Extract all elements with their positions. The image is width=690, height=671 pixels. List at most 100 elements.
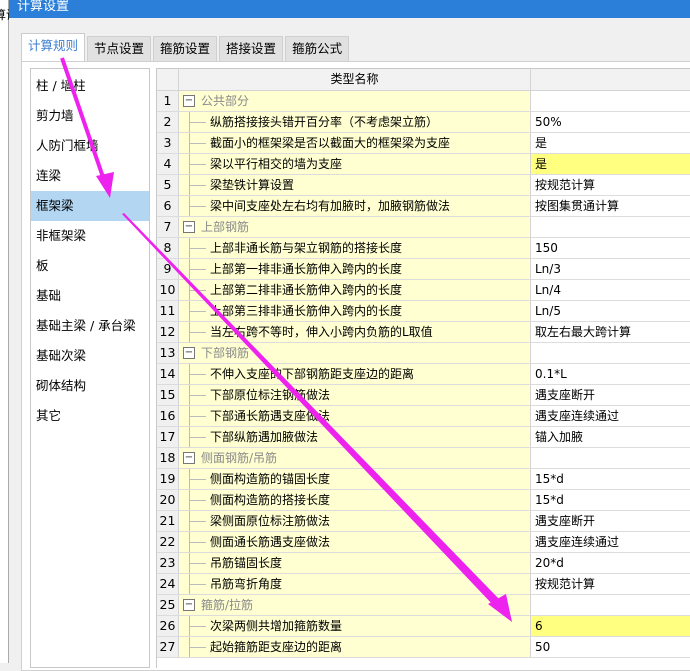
table-row[interactable]: 23 吊筋锚固长度 20*d <box>157 553 690 574</box>
setting-value[interactable] <box>531 217 690 237</box>
setting-name-text: 侧面钢筋/吊筋 <box>201 451 278 465</box>
setting-value[interactable]: 按规范计算 <box>531 574 690 594</box>
table-row[interactable]: 26 次梁两侧共增加箍筋数量 6 <box>157 616 690 637</box>
setting-value[interactable]: 15*d <box>531 490 690 510</box>
setting-value[interactable]: 遇支座断开 <box>531 511 690 531</box>
sidebar-item[interactable]: 基础主梁 / 承台梁 <box>31 311 149 341</box>
tab-3[interactable]: 箍筋设置 <box>153 36 218 61</box>
table-row[interactable]: 27 起始箍筋距支座边的距离 50 <box>157 637 690 658</box>
table-row[interactable]: 21 梁侧面原位标注筋做法 遇支座断开 <box>157 511 690 532</box>
table-row[interactable]: 3 截面小的框架梁是否以截面大的框架梁为支座 是 <box>157 133 690 154</box>
table-row[interactable]: 17 下部纵筋遇加腋做法 锚入加腋 <box>157 427 690 448</box>
tab-2[interactable]: 节点设置 <box>87 36 152 61</box>
setting-value[interactable]: 遇支座断开 <box>531 385 690 405</box>
table-row[interactable]: 19 侧面构造筋的锚固长度 15*d <box>157 469 690 490</box>
table-row[interactable]: 14 不伸入支座的下部钢筋距支座边的距离 0.1*L <box>157 364 690 385</box>
row-number: 25 <box>157 595 179 615</box>
component-list[interactable]: 柱 / 墙柱 剪力墙 人防门框墙 连梁 框架梁 非框架梁板基础 基础主梁 / 承台梁 基础次梁… <box>30 68 150 668</box>
table-row[interactable]: 8 上部非通长筋与架立钢筋的搭接长度 150 <box>157 238 690 259</box>
table-row[interactable]: 1− 公共部分 <box>157 91 690 112</box>
table-row[interactable]: 5 梁垫铁计算设置 按规范计算 <box>157 175 690 196</box>
table-row[interactable]: 2 纵筋搭接接头错开百分率（不考虑架立筋） 50% <box>157 112 690 133</box>
setting-value[interactable] <box>531 595 690 615</box>
setting-value[interactable]: 锚入加腋 <box>531 427 690 447</box>
setting-name: 下部通长筋遇支座做法 <box>179 406 531 426</box>
setting-value[interactable]: 0.1*L <box>531 364 690 384</box>
collapse-icon[interactable]: − <box>183 221 195 233</box>
table-row[interactable]: 25− 箍筋/拉筋 <box>157 595 690 616</box>
tree-line <box>189 616 206 636</box>
setting-value[interactable]: 20*d <box>531 553 690 573</box>
setting-value[interactable]: Ln/4 <box>531 280 690 300</box>
setting-value[interactable]: 150 <box>531 238 690 258</box>
background-window: 算设 <box>0 0 18 663</box>
setting-value[interactable]: 50 <box>531 637 690 657</box>
row-number: 27 <box>157 637 179 657</box>
sidebar-item[interactable]: 连梁 <box>31 161 149 191</box>
setting-value[interactable]: 是 <box>531 154 690 174</box>
sidebar-item[interactable]: 人防门框墙 <box>31 131 149 161</box>
setting-value[interactable] <box>531 343 690 363</box>
row-number: 21 <box>157 511 179 531</box>
setting-value[interactable]: 50% <box>531 112 690 132</box>
sidebar-item[interactable]: 框架梁 <box>31 191 149 221</box>
table-row[interactable]: 9 上部第一排非通长筋伸入跨内的长度 Ln/3 <box>157 259 690 280</box>
setting-name: 截面小的框架梁是否以截面大的框架梁为支座 <box>179 133 531 153</box>
setting-value[interactable]: 按图集贯通计算 <box>531 196 690 216</box>
setting-value[interactable]: 遇支座连续通过 <box>531 406 690 426</box>
setting-value[interactable]: 6 <box>531 616 690 636</box>
setting-name-text: 不伸入支座的下部钢筋距支座边的距离 <box>210 367 415 381</box>
tree-line <box>189 532 206 552</box>
setting-name-text: 下部原位标注钢筋做法 <box>210 388 331 402</box>
sidebar-item[interactable]: 剪力墙 <box>31 101 149 131</box>
setting-name-text: 上部第三排非通长筋伸入跨内的长度 <box>210 304 403 318</box>
table-row[interactable]: 11 上部第三排非通长筋伸入跨内的长度 Ln/5 <box>157 301 690 322</box>
sidebar-item[interactable]: 板 <box>31 251 149 281</box>
table-row[interactable]: 10 上部第二排非通长筋伸入跨内的长度 Ln/4 <box>157 280 690 301</box>
table-row[interactable]: 20 侧面构造筋的搭接长度 15*d <box>157 490 690 511</box>
table-row[interactable]: 6 梁中间支座处左右均有加腋时，加腋钢筋做法 按图集贯通计算 <box>157 196 690 217</box>
table-row[interactable]: 15 下部原位标注钢筋做法 遇支座断开 <box>157 385 690 406</box>
tab-1[interactable]: 计算规则 <box>21 33 86 61</box>
table-row[interactable]: 18− 侧面钢筋/吊筋 <box>157 448 690 469</box>
table-row[interactable]: 13− 下部钢筋 <box>157 343 690 364</box>
row-number: 9 <box>157 259 179 279</box>
setting-value[interactable] <box>531 91 690 111</box>
row-number: 19 <box>157 469 179 489</box>
tree-line <box>189 427 206 447</box>
collapse-icon[interactable]: − <box>183 452 195 464</box>
table-row[interactable]: 4 梁以平行相交的墙为支座 是 <box>157 154 690 175</box>
sidebar-item[interactable]: 柱 / 墙柱 <box>31 71 149 101</box>
setting-name-text: 上部钢筋 <box>201 220 250 234</box>
setting-value[interactable] <box>531 448 690 468</box>
collapse-icon[interactable]: − <box>183 347 195 359</box>
row-number: 14 <box>157 364 179 384</box>
sidebar-item[interactable]: 非框架梁 <box>31 221 149 251</box>
setting-value[interactable]: 是 <box>531 133 690 153</box>
collapse-icon[interactable]: − <box>183 95 195 107</box>
collapse-icon[interactable]: − <box>183 599 195 611</box>
setting-value[interactable]: 遇支座连续通过 <box>531 532 690 552</box>
setting-value[interactable]: Ln/3 <box>531 259 690 279</box>
setting-name: 下部纵筋遇加腋做法 <box>179 427 531 447</box>
setting-value[interactable]: 15*d <box>531 469 690 489</box>
setting-value[interactable]: 取左右最大跨计算 <box>531 322 690 342</box>
setting-value[interactable]: Ln/5 <box>531 301 690 321</box>
table-row[interactable]: 16 下部通长筋遇支座做法 遇支座连续通过 <box>157 406 690 427</box>
tab-4[interactable]: 搭接设置 <box>219 36 284 61</box>
sidebar-item[interactable]: 基础 <box>31 281 149 311</box>
setting-value[interactable]: 按规范计算 <box>531 175 690 195</box>
table-row[interactable]: 24 吊筋弯折角度 按规范计算 <box>157 574 690 595</box>
settings-table[interactable]: 类型名称 1− 公共部分 2 纵筋搭接接头错开百分率（不考虑架立筋） 50% 3 截面小的框… <box>156 68 690 668</box>
sidebar-item[interactable]: 基础次梁 <box>31 341 149 371</box>
setting-name-text: 公共部分 <box>201 94 250 108</box>
table-row[interactable]: 22 侧面通长筋遇支座做法 遇支座连续通过 <box>157 532 690 553</box>
table-row[interactable]: 12 当左右跨不等时，伸入小跨内负筋的L取值 取左右最大跨计算 <box>157 322 690 343</box>
setting-name: 当左右跨不等时，伸入小跨内负筋的L取值 <box>179 322 531 342</box>
sidebar-item[interactable]: 砌体结构 <box>31 371 149 401</box>
row-number: 11 <box>157 301 179 321</box>
setting-name: 梁中间支座处左右均有加腋时，加腋钢筋做法 <box>179 196 531 216</box>
tab-5[interactable]: 箍筋公式 <box>285 36 350 61</box>
sidebar-item[interactable]: 其它 <box>31 401 149 431</box>
table-row[interactable]: 7− 上部钢筋 <box>157 217 690 238</box>
